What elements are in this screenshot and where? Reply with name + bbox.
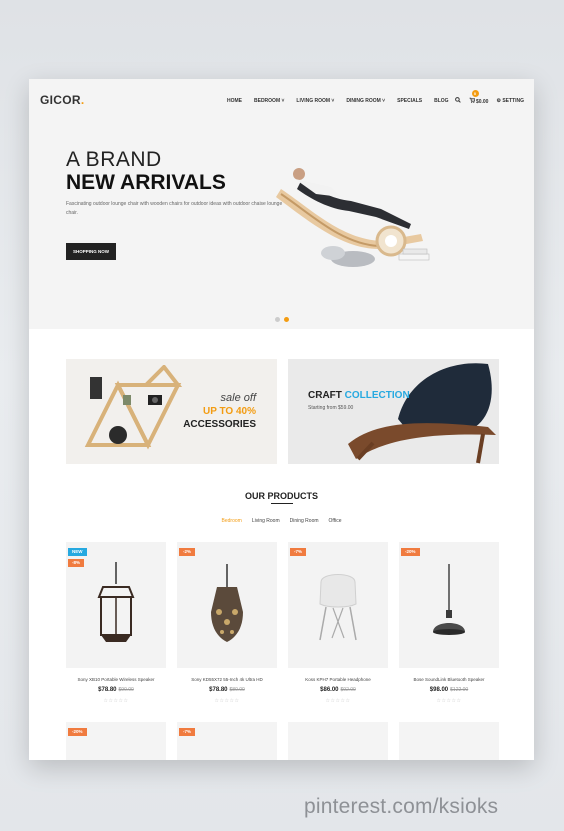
nav-bedroom[interactable]: BEDROOM ˅ <box>254 98 284 104</box>
product-card[interactable]: -7% Koss KPH7 Portable Headphone $86.00 $… <box>288 542 388 707</box>
discount-badge: -20% <box>401 548 420 556</box>
old-price: $90.00 <box>118 687 134 693</box>
collection-word: COLLECTION <box>344 390 410 401</box>
old-price: $80.00 <box>229 687 245 693</box>
current-price: $98.00 <box>429 687 449 693</box>
slider-dot-1[interactable] <box>275 317 280 322</box>
filter-dining-room[interactable]: Dining Room <box>290 518 319 524</box>
product-price: $98.00 $122.00 <box>399 687 499 693</box>
white-chair-image <box>319 574 357 641</box>
current-price: $78.80 <box>209 687 228 693</box>
setting-button[interactable]: ⚙ SETTING <box>496 98 524 104</box>
slider-dot-2[interactable] <box>284 317 289 322</box>
rating-stars: ☆☆☆☆☆ <box>325 698 351 704</box>
product-price: $78.80 $80.00 <box>177 687 277 693</box>
rating-stars: ☆☆☆☆☆ <box>214 698 240 704</box>
discount-badge: -8% <box>68 559 85 567</box>
main-nav: HOME BEDROOM ˅ LIVING ROOM ˅ DINING ROOM… <box>227 98 449 104</box>
pinterest-watermark: pinterest.com/ksioks <box>304 795 499 818</box>
setting-label: SETTING <box>502 98 524 104</box>
slider-dots <box>275 317 289 322</box>
shell-chair-image <box>348 363 496 464</box>
hero-description: Fascinating outdoor lounge chair with wo… <box>66 201 283 216</box>
logo-dot: . <box>80 93 85 107</box>
product-image[interactable] <box>288 542 388 668</box>
product-card-partial[interactable]: -20% <box>66 722 166 760</box>
products-section-title: OUR PRODUCTS <box>244 491 318 501</box>
current-price: $86.00 <box>320 687 339 693</box>
shopping-now-button[interactable]: SHOPPING NOW <box>66 243 116 260</box>
nav-blog[interactable]: BLOG <box>434 98 448 104</box>
lounge-chair-image <box>276 168 430 267</box>
hero-section: GICOR. HOME BEDROOM ˅ LIVING ROOM ˅ DINI… <box>29 79 534 329</box>
nav-living-room[interactable]: LIVING ROOM ˅ <box>296 98 334 104</box>
chandelier-image <box>211 564 243 642</box>
banner-craft-subtitle: Starting from $59.00 <box>308 405 354 411</box>
discount-badge: -7% <box>179 728 196 736</box>
banner-accessories-text: ACCESSORIES <box>183 419 256 430</box>
cart-button[interactable]: 0 $0.00 <box>469 90 489 105</box>
product-card-partial[interactable] <box>399 722 499 760</box>
cart-count-badge: 0 <box>471 90 479 97</box>
product-name[interactable]: Sony XB10 Portable Wireless Speaker <box>66 677 166 682</box>
header-tools: 0 $0.00 ⚙ SETTING <box>454 90 524 105</box>
discount-badge: -20% <box>68 728 87 736</box>
nav-dining-room[interactable]: DINING ROOM ˅ <box>346 98 385 104</box>
pendant-lamp-image <box>433 564 465 635</box>
cart-icon <box>469 97 476 105</box>
old-price: $122.00 <box>450 687 469 693</box>
filter-bedroom[interactable]: Bedroom <box>222 518 242 524</box>
product-card[interactable]: NEW -8% Sony XB10 Portable Wireless Spea… <box>66 542 166 707</box>
gear-icon: ⚙ <box>496 98 501 104</box>
triangle-shelf-image <box>84 365 183 450</box>
product-name[interactable]: Koss KPH7 Portable Headphone <box>288 677 388 682</box>
category-filters: Bedroom Living Room Dining Room Office <box>29 518 534 524</box>
web-page: GICOR. HOME BEDROOM ˅ LIVING ROOM ˅ DINI… <box>29 79 534 760</box>
craft-word: CRAFT <box>308 390 342 401</box>
title-underline <box>271 503 293 504</box>
filter-office[interactable]: Office <box>329 518 342 524</box>
nav-specials[interactable]: SPECIALS <box>397 98 422 104</box>
discount-badge: -2% <box>179 548 196 556</box>
rating-stars: ☆☆☆☆☆ <box>436 698 462 704</box>
new-badge: NEW <box>68 548 87 556</box>
hero-title-line1: A BRAND <box>66 148 162 171</box>
search-icon[interactable] <box>454 97 461 105</box>
brand-logo[interactable]: GICOR. <box>40 93 84 107</box>
banner-craft-title: CRAFT COLLECTION <box>308 390 410 401</box>
filter-living-room[interactable]: Living Room <box>252 518 280 524</box>
cart-total: $0.00 <box>475 99 489 105</box>
product-card[interactable]: -2% Sony KD55X72 55-Inch 4k Ultra HD $78… <box>177 542 277 707</box>
craft-collection-banner[interactable]: CRAFT COLLECTION Starting from $59.00 <box>288 359 499 464</box>
product-card-partial[interactable] <box>288 722 388 760</box>
accessories-banner[interactable]: sale off UP TO 40% ACCESSORIES <box>66 359 277 464</box>
rating-stars: ☆☆☆☆☆ <box>103 698 129 704</box>
nav-home[interactable]: HOME <box>227 98 242 104</box>
product-card-partial[interactable]: -7% <box>177 722 277 760</box>
product-price: $86.00 $92.00 <box>288 687 388 693</box>
old-price: $92.00 <box>340 687 356 693</box>
banner-discount-text: UP TO 40% <box>203 406 256 417</box>
product-name[interactable]: Sony KD55X72 55-Inch 4k Ultra HD <box>177 677 277 682</box>
product-price: $78.80 $90.00 <box>66 687 166 693</box>
banner-sale-text: sale off <box>220 392 256 404</box>
product-image[interactable] <box>399 542 499 668</box>
hero-title-line2: NEW ARRIVALS <box>66 171 226 194</box>
product-card[interactable]: -20% Bose SoundLink Bluetooth Speaker $9… <box>399 542 499 707</box>
current-price: $78.80 <box>98 687 117 693</box>
product-image[interactable] <box>177 542 277 668</box>
logo-text: GICOR <box>40 93 81 107</box>
product-name[interactable]: Bose SoundLink Bluetooth Speaker <box>399 677 499 682</box>
discount-badge: -7% <box>290 548 307 556</box>
